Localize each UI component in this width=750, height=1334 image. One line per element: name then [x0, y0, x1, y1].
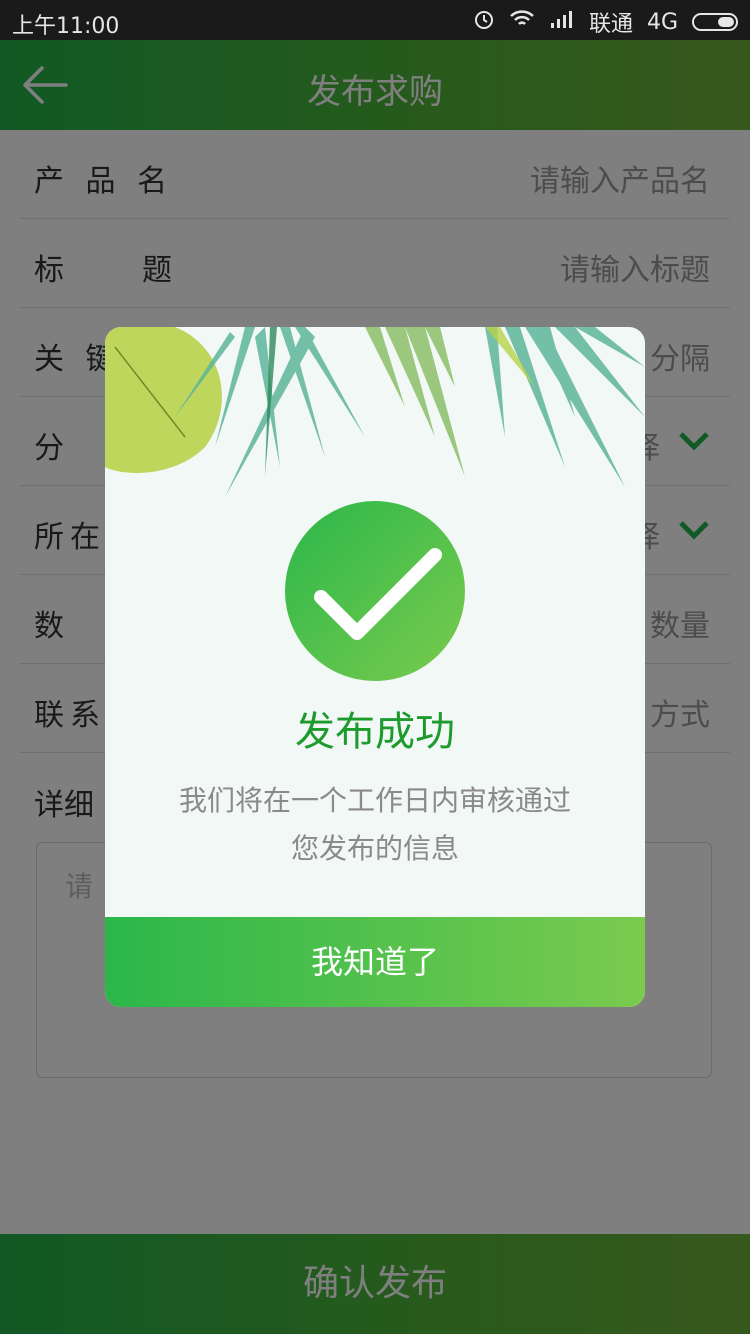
success-message: 我们将在一个工作日内审核通过 您发布的信息	[135, 777, 615, 873]
leaves-decoration-icon	[105, 327, 645, 497]
carrier-label: 联通	[588, 12, 633, 37]
status-icons: 联通 4G	[473, 6, 738, 38]
wifi-icon	[509, 9, 535, 35]
success-message-line2: 您发布的信息	[290, 832, 459, 865]
success-check-icon	[285, 501, 465, 681]
alarm-icon	[473, 8, 495, 36]
signal-icon	[549, 9, 575, 35]
network-label: 4G	[646, 9, 678, 35]
success-dialog: 发布成功 我们将在一个工作日内审核通过 您发布的信息 我知道了	[105, 327, 645, 1007]
success-message-line1: 我们将在一个工作日内审核通过	[178, 784, 571, 817]
got-it-button[interactable]: 我知道了	[105, 917, 645, 1007]
status-time: 上午11:00	[12, 14, 120, 39]
status-bar: 上午11:00 联通 4G	[0, 0, 750, 40]
success-title: 发布成功	[295, 709, 455, 755]
battery-icon	[692, 13, 738, 31]
